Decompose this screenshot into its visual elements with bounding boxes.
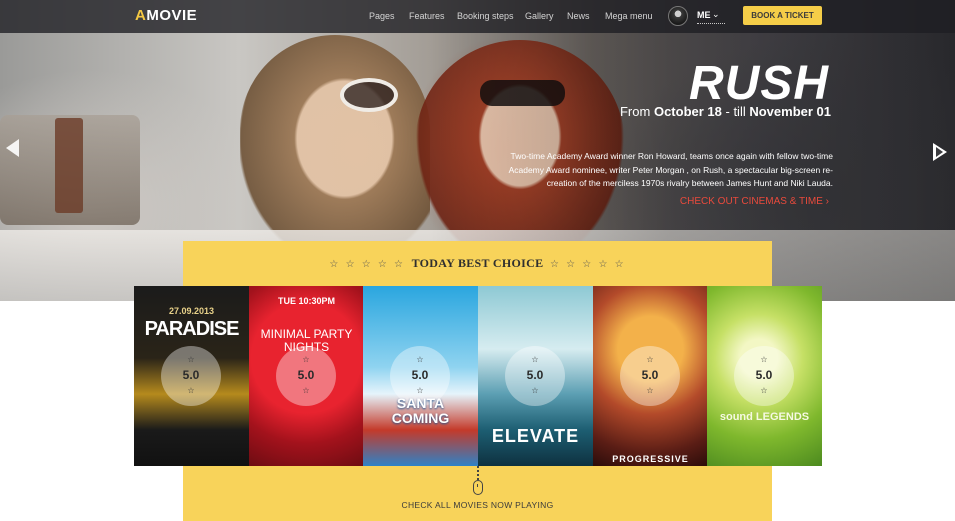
star-icon: ☆ (302, 355, 310, 364)
star-icon: ☆ (646, 355, 654, 364)
movie-poster-minimal-party[interactable]: TUE 10:30PM MINIMAL PARTY NIGHTS ☆ 5.0 ☆ (249, 286, 364, 466)
rating-badge: ☆ 5.0 ☆ (505, 346, 565, 406)
slide-movie-title: RUSH (688, 57, 829, 110)
slider-prev-arrow-icon[interactable] (6, 139, 19, 157)
poster-title: PROGRESSIVE (612, 454, 689, 464)
movie-poster-progressive[interactable]: ☆ 5.0 ☆ PROGRESSIVE (593, 286, 708, 466)
rating-badge: ☆ 5.0 ☆ (276, 346, 336, 406)
movie-poster-elevate[interactable]: ☆ 5.0 ☆ ELEVATE (478, 286, 593, 466)
chevron-right-icon: › (825, 196, 829, 207)
movie-poster-santa-coming[interactable]: ☆ 5.0 ☆ SANTA COMING (363, 286, 478, 466)
movie-poster-paradise[interactable]: 27.09.2013 PARADISE ☆ 5.0 ☆ (134, 286, 249, 466)
rating-badge: ☆ 5.0 ☆ (620, 346, 680, 406)
slide-date-range: From October 18 - till November 01 (619, 104, 831, 119)
nav-item-features[interactable]: Features (409, 11, 445, 21)
movie-poster-sound-legends[interactable]: ☆ 5.0 ☆ sound LEGENDS (707, 286, 822, 466)
star-icon: ☆ (416, 386, 424, 395)
book-a-ticket-button[interactable]: BOOK A TICKET (743, 6, 822, 25)
nav-item-mega-menu[interactable]: Mega menu (605, 11, 653, 21)
nav-item-news[interactable]: News (567, 11, 590, 21)
star-icon: ☆ (760, 355, 768, 364)
poster-title: SANTA COMING (391, 395, 450, 426)
site-logo[interactable]: AMOVIE (135, 7, 197, 24)
slide-description: Two-time Academy Award winner Ron Howard… (508, 151, 833, 188)
best-choice-title: ☆ ☆ ☆ ☆ ☆ TODAY BEST CHOICE ☆ ☆ ☆ ☆ ☆ (329, 256, 626, 270)
nav-item-booking-steps[interactable]: Booking steps (457, 11, 514, 21)
star-icon: ☆ (760, 386, 768, 395)
star-icon: ☆ (531, 355, 539, 364)
check-out-cinemas-link[interactable]: CHECK OUT CINEMAS & TIME › (680, 196, 829, 207)
top-navbar: AMOVIE Pages Features Booking steps Gall… (0, 0, 955, 33)
poster-title: ELEVATE (491, 426, 580, 446)
star-icon: ☆ (187, 355, 195, 364)
poster-title: sound LEGENDS (719, 411, 810, 423)
star-icon: ☆ (531, 386, 539, 395)
rating-badge: ☆ 5.0 ☆ (161, 346, 221, 406)
nav-item-pages[interactable]: Pages (369, 11, 395, 21)
star-icon: ☆ (302, 386, 310, 395)
star-icon: ☆ (187, 386, 195, 395)
scroll-mouse-icon (473, 480, 483, 495)
star-icon: ☆ (416, 355, 424, 364)
check-all-movies-link[interactable]: CHECK ALL MOVIES NOW PLAYING (183, 500, 772, 510)
star-icon: ☆ (646, 386, 654, 395)
chevron-down-icon[interactable]: ⌄ (712, 9, 720, 20)
nav-item-gallery[interactable]: Gallery (525, 11, 554, 21)
user-avatar[interactable] (668, 6, 688, 26)
star-icons-right: ☆ ☆ ☆ ☆ ☆ (550, 259, 626, 270)
user-menu-label[interactable]: ME (697, 10, 711, 20)
rating-badge: ☆ 5.0 ☆ (734, 346, 794, 406)
poster-title: PARADISE (144, 318, 240, 340)
star-icons-left: ☆ ☆ ☆ ☆ ☆ (329, 259, 405, 270)
